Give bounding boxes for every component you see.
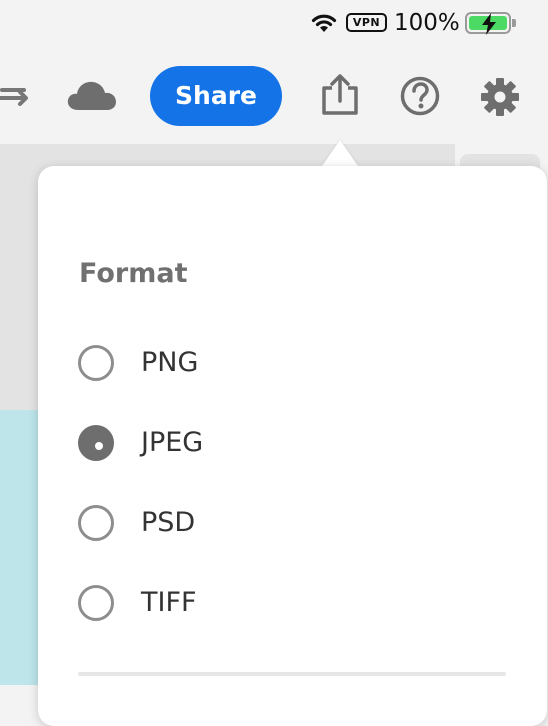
format-option-psd[interactable]: PSD [78, 503, 378, 543]
export-icon[interactable] [320, 74, 360, 120]
format-option-png[interactable]: PNG [78, 343, 378, 383]
battery-fill [469, 13, 507, 35]
redo-icon[interactable] [0, 78, 34, 118]
option-label: JPEG [141, 427, 204, 458]
help-icon[interactable] [400, 76, 440, 120]
wifi-icon [311, 13, 337, 37]
radio-button[interactable] [78, 505, 114, 541]
format-option-tiff[interactable]: TIFF [78, 583, 378, 623]
battery-percentage: 100% [394, 10, 460, 36]
vpn-badge: VPN [346, 13, 387, 32]
option-label: PNG [141, 347, 199, 378]
share-button[interactable]: Share [150, 66, 282, 126]
cloud-icon[interactable] [66, 78, 118, 116]
radio-button[interactable] [78, 345, 114, 381]
format-popover: Format PNG JPEG PSD TIFF [38, 166, 547, 726]
format-option-jpeg[interactable]: JPEG [78, 423, 378, 463]
gear-icon[interactable] [480, 77, 520, 121]
option-label: TIFF [141, 587, 197, 618]
charging-bolt-icon [482, 13, 496, 35]
battery-icon [465, 12, 511, 35]
radio-button[interactable] [78, 585, 114, 621]
radio-dot [95, 442, 103, 450]
battery-cap [512, 19, 516, 27]
divider [78, 672, 506, 676]
format-title: Format [79, 258, 188, 289]
status-bar: VPN 100% [0, 0, 548, 46]
popover-arrow [322, 140, 358, 166]
radio-button-selected[interactable] [78, 425, 114, 461]
option-label: PSD [141, 507, 196, 538]
